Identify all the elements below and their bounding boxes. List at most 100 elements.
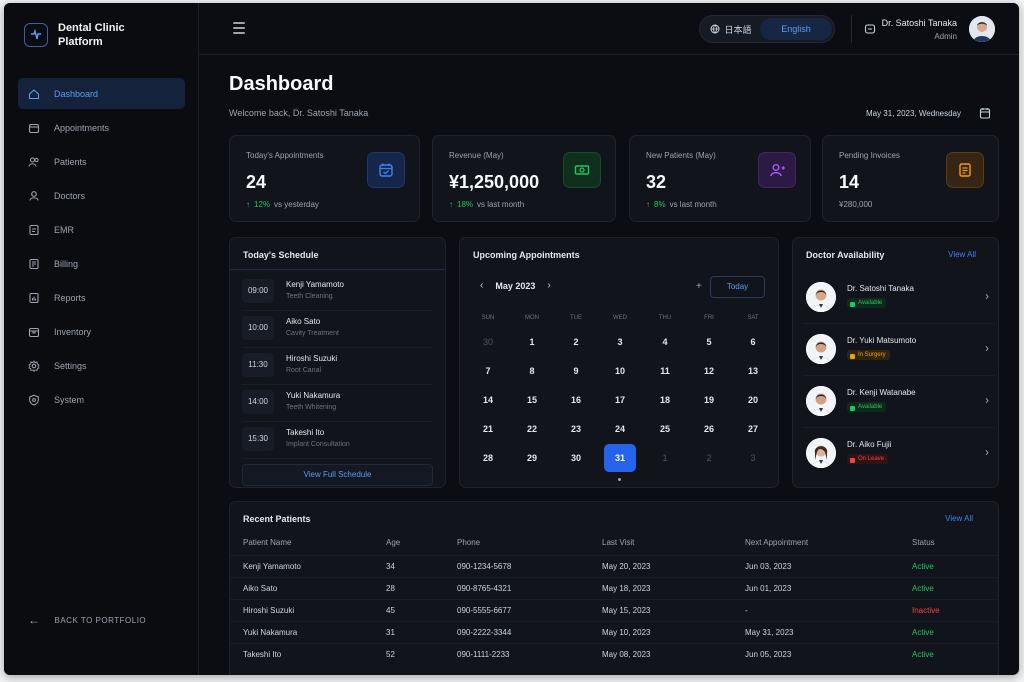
calendar-day[interactable]: 22 xyxy=(516,415,548,443)
stat-card[interactable]: Today's Appointments 24 ↑ 12% vs yesterday xyxy=(229,135,420,222)
calendar-day[interactable]: 5 xyxy=(693,328,725,356)
sidebar-item-dashboard[interactable]: Dashboard xyxy=(18,78,185,109)
calendar-day[interactable]: 3 xyxy=(737,444,769,472)
notification-icon[interactable] xyxy=(864,22,876,40)
avatar[interactable] xyxy=(969,16,995,42)
status-badge: In Surgery xyxy=(847,350,890,360)
column-header[interactable]: Status xyxy=(912,538,935,547)
brand[interactable]: Dental Clinic Platform xyxy=(24,21,148,49)
sidebar-item-billing[interactable]: Billing xyxy=(18,248,185,279)
schedule-item[interactable]: 09:00 Kenji Yamamoto Teeth Cleaning xyxy=(242,274,432,311)
calendar-day[interactable]: 10 xyxy=(604,357,636,385)
view-full-schedule-button[interactable]: View Full Schedule xyxy=(242,464,433,486)
back-to-portfolio-link[interactable]: ← BACK TO PORTFOLIO xyxy=(28,613,146,627)
calendar-day[interactable]: 26 xyxy=(693,415,725,443)
calendar-day[interactable]: 2 xyxy=(693,444,725,472)
chevron-right-icon[interactable]: › xyxy=(985,341,989,355)
user-name[interactable]: Dr. Satoshi Tanaka xyxy=(882,18,957,28)
calendar-day[interactable]: 20 xyxy=(737,386,769,414)
calendar-day[interactable]: 19 xyxy=(693,386,725,414)
weekday-label: SAT xyxy=(747,315,759,321)
calendar-day[interactable]: 30 xyxy=(560,444,592,472)
calendar-day[interactable]: 15 xyxy=(516,386,548,414)
column-header[interactable]: Phone xyxy=(457,538,480,547)
add-appointment-button[interactable]: + xyxy=(696,281,702,292)
recent-patients-panel: Recent Patients View All Patient Name Age… xyxy=(229,501,999,675)
calendar-day[interactable]: 6 xyxy=(737,328,769,356)
sidebar-item-emr[interactable]: EMR xyxy=(18,214,185,245)
calendar-day[interactable]: 1 xyxy=(649,444,681,472)
table-cell: May 31, 2023 xyxy=(745,628,794,637)
calendar-day[interactable]: 13 xyxy=(737,357,769,385)
table-row[interactable]: Hiroshi Suzuki 45 090-5555-6677 May 15, 202… xyxy=(230,599,998,621)
doctor-item[interactable]: Dr. Satoshi Tanaka Available › xyxy=(803,272,995,324)
calendar-day[interactable]: 16 xyxy=(560,386,592,414)
calendar-day[interactable]: 18 xyxy=(649,386,681,414)
status-badge: Available xyxy=(847,402,887,412)
table-row[interactable]: Kenji Yamamoto 34 090-1234-5678 May 20, 202… xyxy=(230,555,998,577)
sidebar-item-patients[interactable]: Patients xyxy=(18,146,185,177)
doctor-item[interactable]: Dr. Yuki Matsumoto In Surgery › xyxy=(803,324,995,376)
schedule-patient: Takeshi Ito xyxy=(286,428,325,437)
stat-value: ¥1,250,000 xyxy=(449,172,540,192)
sidebar-item-settings[interactable]: Settings xyxy=(18,350,185,381)
column-header[interactable]: Patient Name xyxy=(243,538,291,547)
weekday-label: TUE xyxy=(570,315,582,321)
chevron-right-icon[interactable]: › xyxy=(985,393,989,407)
stat-card[interactable]: Pending Invoices 14 ¥280,000 xyxy=(822,135,999,222)
schedule-item[interactable]: 14:00 Yuki Nakamura Teeth Whitening xyxy=(242,385,432,422)
sidebar-item-reports[interactable]: Reports xyxy=(18,282,185,313)
calendar-day[interactable]: 3 xyxy=(604,328,636,356)
calendar-day[interactable]: 29 xyxy=(516,444,548,472)
calendar-day[interactable]: 9 xyxy=(560,357,592,385)
chevron-right-icon[interactable]: › xyxy=(547,280,550,291)
calendar-day[interactable]: 23 xyxy=(560,415,592,443)
chevron-left-icon[interactable]: ‹ xyxy=(480,280,483,291)
chevron-right-icon[interactable]: › xyxy=(985,445,989,459)
chevron-right-icon[interactable]: › xyxy=(985,289,989,303)
column-header[interactable]: Last Visit xyxy=(602,538,634,547)
calendar-day[interactable]: 17 xyxy=(604,386,636,414)
calendar-day[interactable]: 28 xyxy=(472,444,504,472)
view-all-doctors-link[interactable]: View All xyxy=(948,250,976,259)
schedule-item[interactable]: 11:30 Hiroshi Suzuki Root Canal xyxy=(242,348,432,385)
sidebar-item-system[interactable]: System xyxy=(18,384,185,415)
schedule-item[interactable]: 10:00 Aiko Sato Cavity Treatment xyxy=(242,311,432,348)
table-cell: - xyxy=(745,606,748,615)
table-row[interactable]: Aiko Sato 28 090-8765-4321 May 18, 2023 Jun … xyxy=(230,577,998,599)
calendar-day[interactable]: 12 xyxy=(693,357,725,385)
stat-card[interactable]: Revenue (May) ¥1,250,000 ↑ 18% vs last month xyxy=(432,135,616,222)
schedule-item[interactable]: 15:30 Takeshi Ito Implant Consultation xyxy=(242,422,432,459)
calendar-day[interactable]: 27 xyxy=(737,415,769,443)
calendar-day[interactable]: 8 xyxy=(516,357,548,385)
calendar-day[interactable]: 4 xyxy=(649,328,681,356)
stat-card[interactable]: New Patients (May) 32 ↑ 8% vs last month xyxy=(629,135,811,222)
table-row[interactable]: Takeshi Ito 52 090-1111-2233 May 08, 2023 Ju… xyxy=(230,643,998,665)
back-label: BACK TO PORTFOLIO xyxy=(54,615,147,625)
today-button[interactable]: Today xyxy=(710,276,765,298)
calendar-icon[interactable] xyxy=(979,106,991,124)
calendar-day[interactable]: 25 xyxy=(649,415,681,443)
lang-option-jp[interactable]: 日本語 xyxy=(702,18,760,40)
calendar-day[interactable]: 1 xyxy=(516,328,548,356)
calendar-day[interactable]: 21 xyxy=(472,415,504,443)
calendar-day[interactable]: 30 xyxy=(472,328,504,356)
sidebar-item-inventory[interactable]: Inventory xyxy=(18,316,185,347)
schedule-patient: Yuki Nakamura xyxy=(286,391,341,400)
view-all-patients-link[interactable]: View All xyxy=(945,514,973,523)
calendar-day[interactable]: 7 xyxy=(472,357,504,385)
sidebar-item-doctors[interactable]: Doctors xyxy=(18,180,185,211)
calendar-day[interactable]: 24 xyxy=(604,415,636,443)
calendar-day-selected[interactable]: 31 xyxy=(604,444,636,472)
column-header[interactable]: Age xyxy=(386,538,400,547)
calendar-day[interactable]: 11 xyxy=(649,357,681,385)
calendar-day[interactable]: 14 xyxy=(472,386,504,414)
doctor-item[interactable]: Dr. Aiko Fujii On Leave › xyxy=(803,428,995,480)
sidebar-item-appointments[interactable]: Appointments xyxy=(18,112,185,143)
table-row[interactable]: Yuki Nakamura 31 090-2222-3344 May 10, 2023… xyxy=(230,621,998,643)
lang-option-en[interactable]: English xyxy=(760,18,832,40)
menu-icon[interactable] xyxy=(233,22,245,37)
doctor-item[interactable]: Dr. Kenji Watanabe Available › xyxy=(803,376,995,428)
column-header[interactable]: Next Appointment xyxy=(745,538,808,547)
calendar-day[interactable]: 2 xyxy=(560,328,592,356)
